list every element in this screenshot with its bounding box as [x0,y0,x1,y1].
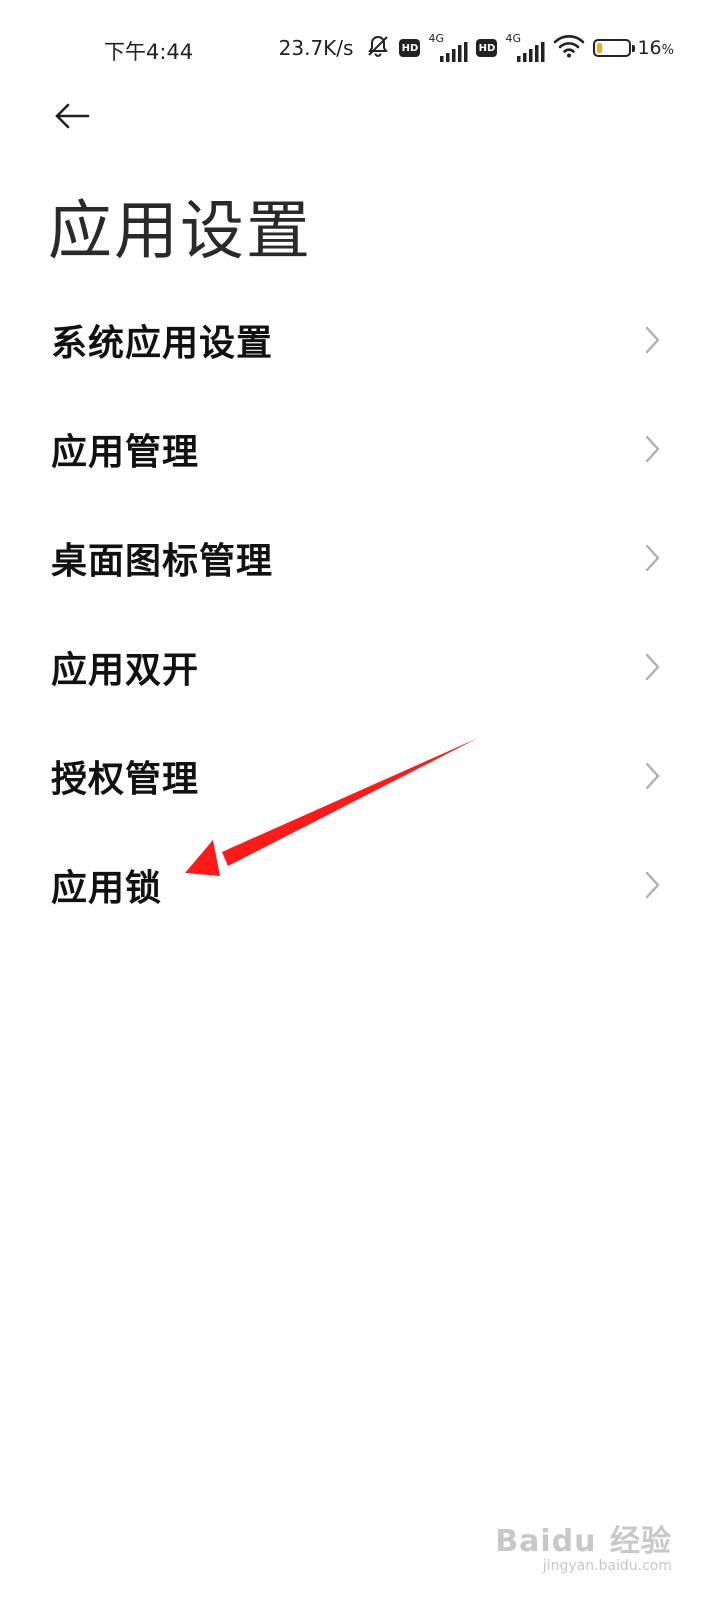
settings-item-desktop-icons[interactable]: 桌面图标管理 [0,503,720,612]
chevron-right-icon [645,544,660,571]
settings-item-label: 应用管理 [51,431,200,473]
battery-fill [597,43,603,53]
settings-item-system-apps[interactable]: 系统应用设置 [0,285,720,394]
chevron-right-icon [645,326,660,353]
battery-percent: 16% [637,37,674,59]
wifi-icon [553,34,585,62]
battery-indicator: 16% [593,37,674,59]
settings-item-label: 应用双开 [51,649,200,691]
status-icons: 23.7K/s HD 4G HD 4G 16% [278,32,674,62]
app-settings-screen: 下午4:44 23.7K/s HD 4G HD 4G 16% 应用设置 系统应用… [0,0,720,1600]
back-button[interactable] [48,98,96,138]
chevron-right-icon [645,653,660,680]
settings-item-label: 应用锁 [51,867,163,909]
baidu-watermark: Baidu 经验 jingyan.baidu.com [495,1516,672,1574]
watermark-brand: Baidu 经验 [495,1524,672,1559]
network-speed: 23.7K/s [278,36,354,60]
hd-icon: HD [476,39,498,57]
mute-bell-icon [365,34,391,62]
chevron-right-icon [645,435,660,462]
hd-icon: HD [399,39,421,57]
arrow-left-icon [54,102,90,134]
status-bar: 下午4:44 23.7K/s HD 4G HD 4G 16% [0,0,720,96]
settings-item-permissions[interactable]: 授权管理 [0,721,720,830]
settings-item-label: 授权管理 [51,758,200,800]
status-time: 下午4:44 [104,40,194,64]
chevron-right-icon [645,762,660,789]
settings-item-app-management[interactable]: 应用管理 [0,394,720,503]
battery-nub [632,45,636,52]
watermark-domain: jingyan.baidu.com [542,1558,672,1574]
settings-item-app-lock[interactable]: 应用锁 [0,830,720,939]
settings-item-label: 桌面图标管理 [51,540,274,582]
signal-icon: 4G [428,32,468,62]
settings-item-dual-apps[interactable]: 应用双开 [0,612,720,721]
page-title: 应用设置 [48,195,312,269]
chevron-right-icon [645,871,660,898]
signal-icon: 4G [505,32,545,62]
settings-list: 系统应用设置 应用管理 桌面图标管理 应用双开 授权管理 应用锁 [0,285,720,939]
settings-item-label: 系统应用设置 [51,322,274,364]
battery-icon [593,39,636,57]
